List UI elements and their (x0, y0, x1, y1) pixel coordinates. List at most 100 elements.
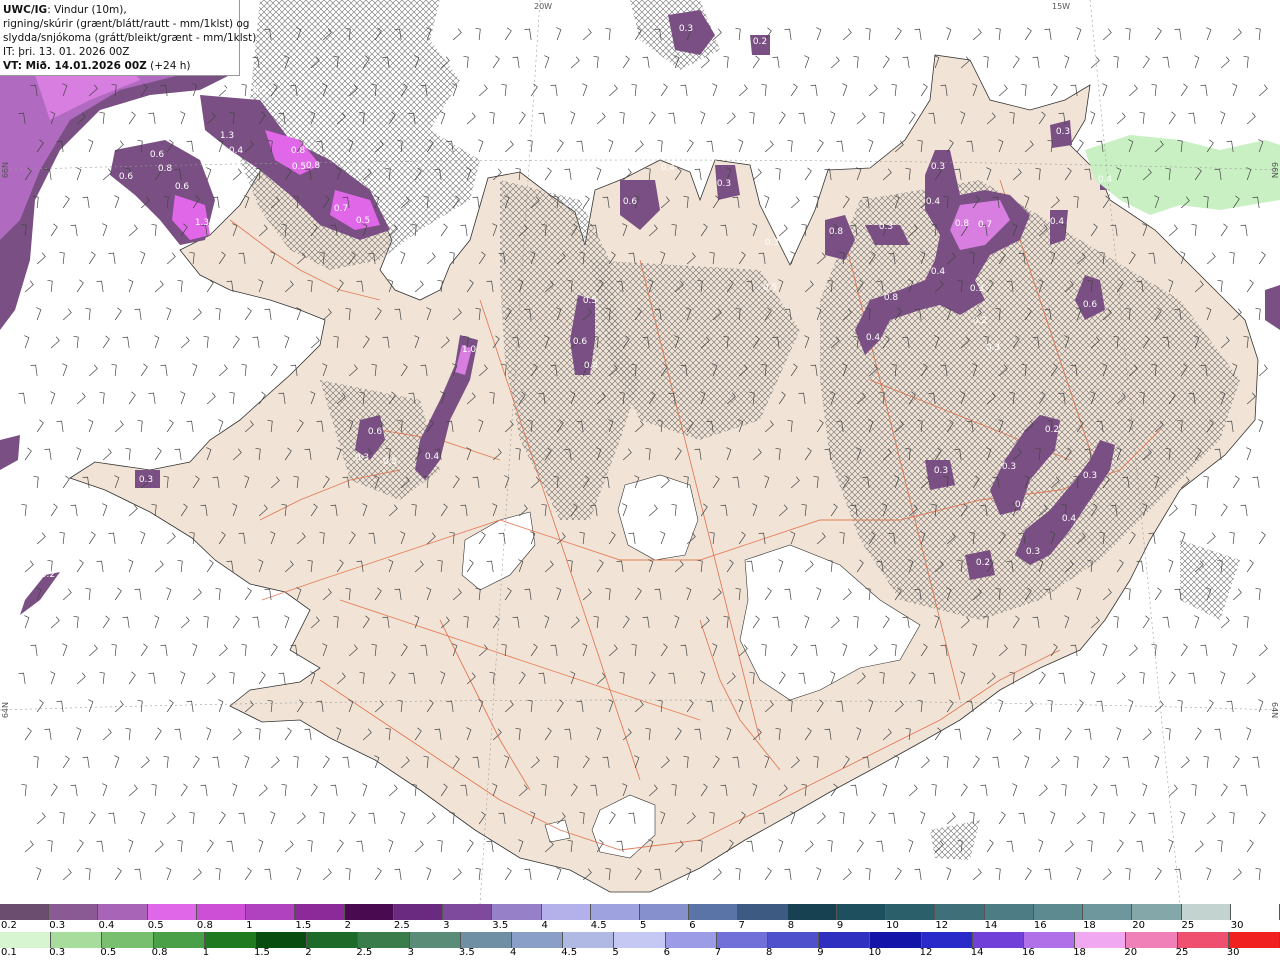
rain-legend-swatch (409, 932, 461, 948)
snow-legend-label: 8 (787, 920, 795, 931)
snow-legend-label: 2 (344, 920, 351, 931)
wind-barb (206, 392, 216, 405)
precip-value-label: 0.3 (1056, 127, 1070, 137)
wind-barb (960, 783, 968, 797)
wind-barb (36, 532, 46, 545)
wind-barb (111, 643, 117, 657)
wind-barb (764, 195, 770, 209)
wind-barb (166, 699, 174, 713)
wind-barb (102, 728, 112, 741)
wind-barb (241, 643, 247, 657)
wind-barb (972, 28, 982, 41)
wind-barb (62, 195, 70, 209)
snow-legend-label: 25 (1181, 920, 1195, 931)
precip-value-label: 0.6 (368, 427, 383, 437)
wind-barb (1232, 475, 1240, 489)
wind-barb (1128, 84, 1138, 97)
precip-value-label: 0.6 (119, 172, 134, 182)
wind-barb (853, 55, 859, 69)
wind-barb (983, 55, 989, 69)
lat-label-66n-left: 66N (1, 162, 10, 179)
wind-barb (102, 503, 108, 517)
wind-barb (166, 419, 174, 433)
precip-value-label: 0.4 (866, 333, 881, 343)
wind-barb (1102, 83, 1108, 97)
wind-barb (128, 224, 138, 237)
precip-value-label: 0.2 (1045, 425, 1059, 435)
wind-barb (140, 363, 148, 377)
snow-legend-label: 0.5 (147, 920, 164, 931)
wind-barb (36, 419, 44, 433)
wind-barb (764, 140, 774, 153)
wind-barb (203, 615, 209, 629)
wind-barb (88, 419, 94, 433)
wind-barb (180, 336, 190, 349)
precip-value-label: 0.8 (306, 161, 321, 171)
wind-barb (1047, 699, 1053, 713)
wind-barb (36, 252, 46, 265)
wind-barb (972, 868, 982, 881)
snow-legend-label: 4.5 (590, 920, 607, 931)
wind-barb (1035, 727, 1041, 741)
wind-barb (784, 868, 792, 881)
wind-barb (1255, 307, 1261, 321)
wind-barb (1229, 251, 1235, 265)
wind-barb (36, 307, 42, 321)
wind-barb (804, 167, 812, 181)
precip-value-label: 0.5 (356, 216, 370, 226)
wind-barb (1203, 475, 1209, 489)
rain-legend-swatch (512, 932, 564, 948)
wind-barb (735, 867, 741, 881)
wind-barb (24, 560, 34, 573)
wind-barb (24, 615, 30, 629)
wind-barb (761, 83, 767, 97)
wind-barb (18, 392, 26, 405)
wind-barb (1232, 83, 1238, 97)
wind-barb (215, 307, 221, 321)
wind-barb (270, 811, 276, 825)
snow-legend-swatch (98, 904, 148, 920)
snow-legend-label: 0.3 (49, 920, 66, 931)
wind-barb (134, 868, 142, 881)
wind-barb (1096, 700, 1104, 713)
snow-legend-swatch (886, 904, 936, 920)
wind-barb (1113, 615, 1119, 629)
wind-barb (296, 812, 306, 825)
wind-barb (270, 756, 280, 769)
wind-barb (475, 867, 481, 881)
wind-barb (244, 307, 252, 321)
lat-label-64n-right: 64N (1270, 702, 1279, 719)
wind-barb (1050, 811, 1056, 825)
snow-legend-swatch (344, 904, 394, 920)
wind-barb (790, 83, 798, 97)
wind-barb (189, 811, 195, 825)
snow-legend-label: 9 (836, 920, 844, 931)
wind-barb (836, 140, 844, 153)
wind-barb (356, 840, 364, 853)
wind-barb (816, 867, 822, 881)
wind-barb (154, 840, 164, 853)
wind-barb (726, 112, 736, 125)
wind-barb (151, 783, 157, 797)
wind-barb (108, 812, 116, 825)
wind-barb (466, 112, 476, 125)
wind-barb (452, 868, 462, 881)
wind-barb (1246, 447, 1252, 461)
wind-barb (1099, 811, 1105, 825)
wind-barb (111, 363, 117, 377)
precip-value-label: 0.4 (926, 197, 941, 207)
wind-barb (206, 672, 216, 685)
snow-legend-label: 1.5 (295, 920, 312, 931)
snow-legend-label: 5 (640, 920, 647, 931)
wind-barb (180, 391, 186, 405)
wind-barb (102, 615, 110, 629)
rain-legend-swatch (358, 932, 410, 948)
wind-barb (102, 168, 112, 181)
wind-barb (1246, 727, 1252, 741)
wind-barb (1206, 699, 1214, 713)
wind-barb (24, 447, 32, 461)
wind-barb (1012, 55, 1020, 69)
precip-value-label: 0.3 (355, 453, 369, 463)
wind-barb (1232, 755, 1240, 769)
precip-value-label: 0.6 (1083, 300, 1098, 310)
